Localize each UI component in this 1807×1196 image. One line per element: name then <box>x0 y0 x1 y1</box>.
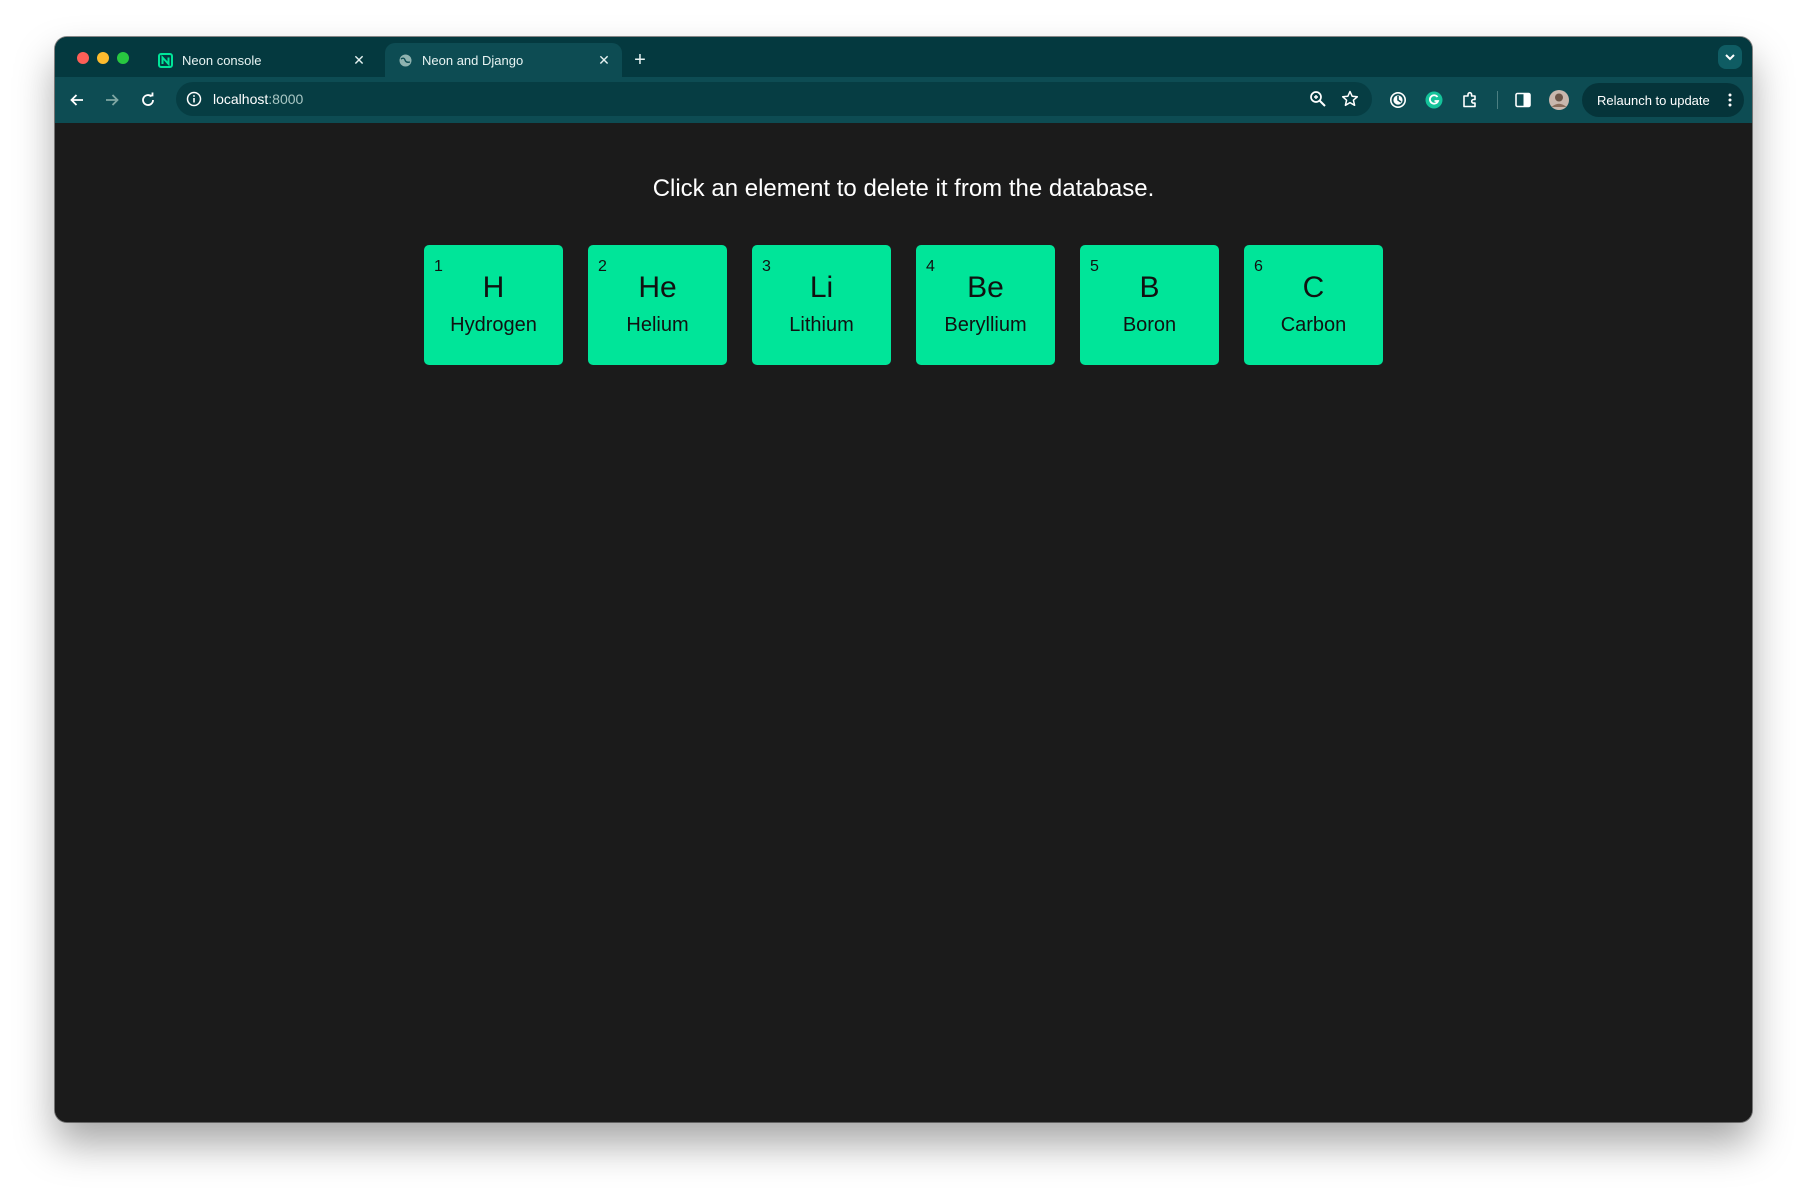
close-tab-icon[interactable]: ✕ <box>349 50 369 70</box>
address-bar[interactable]: localhost:8000 <box>176 82 1372 116</box>
minimize-window-button[interactable] <box>97 52 109 64</box>
close-window-button[interactable] <box>77 52 89 64</box>
extensions-puzzle-icon[interactable] <box>1459 89 1481 111</box>
element-name: Beryllium <box>944 314 1027 336</box>
toolbar-divider <box>1497 91 1498 109</box>
zoom-icon[interactable] <box>1308 89 1328 109</box>
address-url: localhost:8000 <box>213 91 303 107</box>
element-symbol: Be <box>967 271 1004 304</box>
tab-title: Neon console <box>182 52 262 68</box>
tab-search-button[interactable] <box>1718 45 1742 69</box>
arrow-right-icon <box>106 94 119 106</box>
element-symbol: C <box>1302 271 1325 304</box>
page-content: Click an element to delete it from the d… <box>55 123 1752 1122</box>
neon-logo-icon <box>157 52 173 68</box>
element-tile-hydrogen[interactable]: 1 H Hydrogen <box>424 245 563 365</box>
element-tile-helium[interactable]: 2 He Helium <box>588 245 727 365</box>
arrow-left-icon <box>70 94 83 106</box>
chevron-down-icon <box>1725 54 1735 61</box>
element-tile-beryllium[interactable]: 4 Be Beryllium <box>916 245 1055 365</box>
url-port: :8000 <box>268 91 304 107</box>
site-info-icon[interactable] <box>185 90 203 108</box>
bookmark-star-icon[interactable] <box>1340 89 1360 109</box>
browser-toolbar: localhost:8000 Relaunch to update <box>55 77 1752 123</box>
elements-grid: 1 H Hydrogen 2 He Helium 3 Li Lithium 4 … <box>424 245 1383 365</box>
browser-window: Neon console ✕ Neon and Django ✕ + local… <box>55 37 1752 1122</box>
relaunch-label: Relaunch to update <box>1597 92 1710 108</box>
page-instruction: Click an element to delete it from the d… <box>652 175 1155 202</box>
close-tab-icon[interactable]: ✕ <box>594 50 614 70</box>
relaunch-to-update-button[interactable]: Relaunch to update <box>1582 83 1744 117</box>
tab-title: Neon and Django <box>422 52 524 68</box>
grammarly-icon[interactable] <box>1423 89 1445 111</box>
profile-avatar[interactable] <box>1548 89 1570 111</box>
tab-neon-console[interactable]: Neon console ✕ <box>145 43 377 77</box>
element-tile-carbon[interactable]: 6 C Carbon <box>1244 245 1383 365</box>
element-name: Boron <box>1122 314 1177 336</box>
element-tile-boron[interactable]: 5 B Boron <box>1080 245 1219 365</box>
element-tile-lithium[interactable]: 3 Li Lithium <box>752 245 891 365</box>
element-name: Hydrogen <box>450 314 537 336</box>
new-tab-icon[interactable]: + <box>626 46 654 74</box>
element-name: Helium <box>626 314 689 336</box>
element-symbol: He <box>638 271 677 304</box>
element-symbol: B <box>1139 271 1160 304</box>
tab-neon-and-django[interactable]: Neon and Django ✕ <box>385 43 622 77</box>
back-button[interactable] <box>63 86 91 114</box>
maximize-window-button[interactable] <box>117 52 129 64</box>
extension-icon[interactable] <box>1387 89 1409 111</box>
reload-icon <box>142 92 154 106</box>
more-menu-icon <box>1728 93 1732 107</box>
element-symbol: H <box>482 271 505 304</box>
element-name: Carbon <box>1280 314 1347 336</box>
reload-button[interactable] <box>134 86 162 114</box>
tab-strip: Neon console ✕ Neon and Django ✕ + <box>55 37 1752 77</box>
side-panel-icon[interactable] <box>1512 89 1534 111</box>
url-host: localhost <box>213 91 269 107</box>
forward-button[interactable] <box>98 86 126 114</box>
element-symbol: Li <box>809 271 834 304</box>
element-name: Lithium <box>789 314 854 336</box>
globe-icon <box>397 52 413 68</box>
